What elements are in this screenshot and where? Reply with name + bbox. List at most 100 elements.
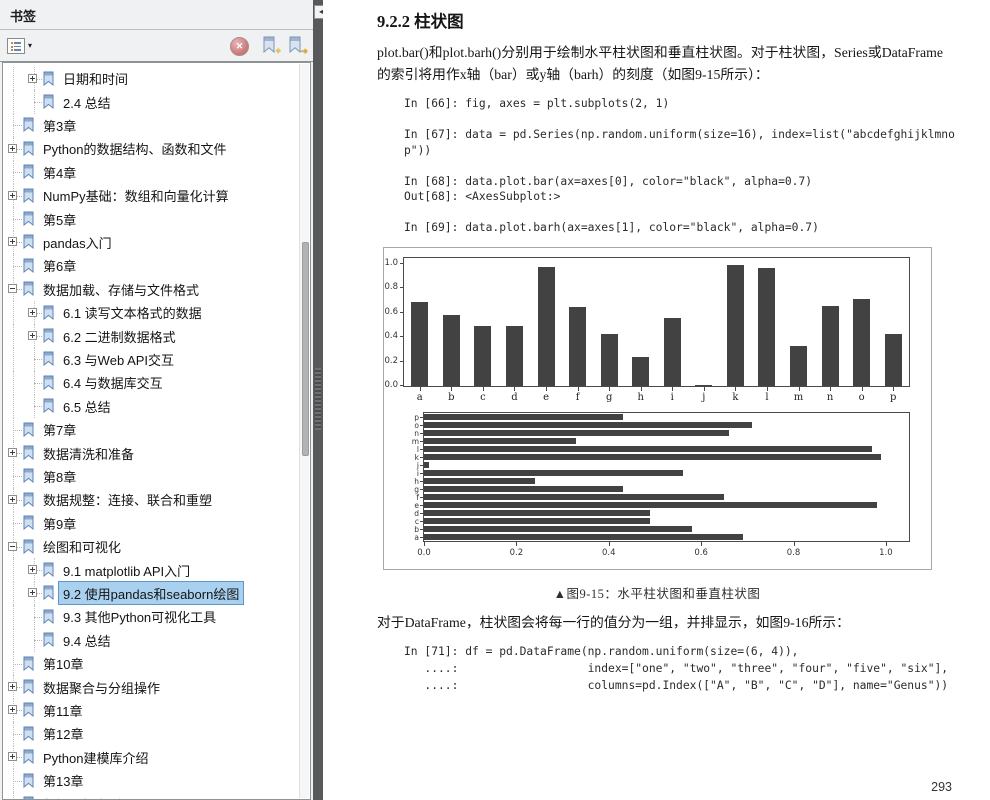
bookmark-item[interactable]: 数据聚合与分组操作	[3, 675, 299, 698]
bookmark-label: 数据加载、存储与文件格式	[39, 278, 203, 300]
bookmark-item[interactable]: 第10章	[3, 652, 299, 675]
bookmark-item[interactable]: 9.2 使用pandas和seaborn绘图	[3, 582, 299, 605]
tree-connector	[13, 301, 14, 324]
y-tick-label: 0.6	[372, 307, 398, 317]
expand-icon[interactable]	[8, 705, 17, 714]
bookmark-item[interactable]: NumPy基础：数组和向量化计算	[3, 184, 299, 207]
bookmark-label: 第13章	[39, 770, 87, 792]
bookmark-item[interactable]: 6.1 读写文本格式的数据	[3, 301, 299, 324]
expand-icon[interactable]	[28, 308, 37, 317]
bookmark-item[interactable]: 第4章	[3, 161, 299, 184]
bookmark-item[interactable]: 数据加载、存储与文件格式	[3, 278, 299, 301]
tree-connector	[13, 67, 14, 90]
expand-icon[interactable]	[28, 74, 37, 83]
bar-b	[443, 315, 460, 386]
page-number: 293	[931, 780, 952, 794]
scrollbar-thumb[interactable]	[302, 242, 309, 456]
pdf-page: 9.2.2 柱状图 plot.bar()和plot.barh()分别用于绘制水平…	[323, 0, 990, 800]
bookmark-icon	[22, 445, 35, 460]
expand-icon[interactable]	[28, 588, 37, 597]
x-tick	[514, 387, 515, 391]
bookmark-item[interactable]: 日期和时间	[3, 67, 299, 90]
bookmark-item[interactable]: 第12章	[3, 722, 299, 745]
expand-icon[interactable]	[8, 144, 17, 153]
arrow-badge-icon: ➜	[300, 47, 308, 56]
tree-connector	[13, 371, 14, 394]
tree-scrollbar[interactable]	[299, 64, 309, 798]
expand-icon[interactable]	[8, 752, 17, 761]
bar-g	[601, 334, 618, 386]
expand-icon[interactable]	[28, 331, 37, 340]
bookmark-icon	[22, 211, 35, 226]
bookmark-item[interactable]: 6.4 与数据库交互	[3, 371, 299, 394]
collapse-icon[interactable]	[8, 284, 17, 293]
y-tick-label: f	[416, 494, 419, 501]
bookmark-item[interactable]: 第9章	[3, 512, 299, 535]
splitter-grip-icon[interactable]	[315, 368, 321, 430]
bookmark-item[interactable]: 第6章	[3, 254, 299, 277]
x-tick-label: b	[448, 392, 454, 403]
bookmark-item[interactable]: 数据规整：连接、联合和重塑	[3, 488, 299, 511]
bookmark-item[interactable]: 9.3 其他Python可视化工具	[3, 605, 299, 628]
bookmark-options-icon[interactable]: ▾	[7, 36, 26, 55]
bookmark-item[interactable]: Python的数据结构、函数和文件	[3, 137, 299, 160]
x-tick-label: m	[794, 392, 803, 403]
bar-j	[424, 462, 429, 467]
bar-p	[885, 334, 902, 386]
y-tick	[400, 312, 404, 313]
bookmark-item[interactable]: Python建模库介绍	[3, 746, 299, 769]
tree-connector	[34, 102, 42, 104]
y-tick	[420, 449, 424, 450]
bookmark-item[interactable]: 6.3 与Web API交互	[3, 348, 299, 371]
x-tick-label: 0.0	[417, 548, 431, 558]
expand-icon[interactable]	[8, 495, 17, 504]
add-bookmark-button[interactable]: ✦	[261, 36, 280, 55]
y-tick	[420, 489, 424, 490]
code-block: In [71]: df = pd.DataFrame(np.random.uni…	[404, 645, 948, 695]
bookmark-item[interactable]: 第5章	[3, 207, 299, 230]
bookmark-item[interactable]: 第8章	[3, 465, 299, 488]
delete-icon: ✕	[230, 37, 249, 56]
code-line: ....: index=["one", "two", "three", "fou…	[404, 662, 948, 679]
bar-e	[538, 267, 555, 386]
bookmark-item[interactable]: 数据分析案例	[3, 792, 299, 800]
x-tick	[830, 387, 831, 391]
expand-icon[interactable]	[8, 191, 17, 200]
panel-splitter[interactable]	[313, 0, 323, 800]
bookmark-item[interactable]: 9.4 总结	[3, 629, 299, 652]
bookmark-item[interactable]: 第13章	[3, 769, 299, 792]
bookmark-item[interactable]: 第11章	[3, 699, 299, 722]
bookmark-item[interactable]: 9.1 matplotlib API入门	[3, 558, 299, 581]
bookmark-item[interactable]: 6.2 二进制数据格式	[3, 324, 299, 347]
y-tick	[420, 505, 424, 506]
collapse-icon[interactable]	[8, 542, 17, 551]
expand-icon[interactable]	[28, 565, 37, 574]
expand-icon[interactable]	[8, 237, 17, 246]
bookmark-item[interactable]: 绘图和可视化	[3, 535, 299, 558]
bookmark-item[interactable]: pandas入门	[3, 231, 299, 254]
goto-bookmark-button[interactable]: ➜	[287, 36, 306, 55]
bookmarks-panel-header: 书签	[0, 0, 313, 30]
bookmark-item[interactable]: 2.4 总结	[3, 90, 299, 113]
bookmark-label: 数据清洗和准备	[39, 442, 138, 464]
tree-connector	[13, 582, 14, 605]
expand-icon[interactable]	[8, 448, 17, 457]
bookmark-icon	[22, 468, 35, 483]
x-tick-label: e	[543, 392, 549, 403]
delete-bookmark-button[interactable]: ✕	[230, 36, 249, 55]
bookmark-item[interactable]: 第3章	[3, 114, 299, 137]
bookmark-item[interactable]: 第7章	[3, 418, 299, 441]
bar-i	[664, 318, 681, 386]
bookmark-label: 第9章	[39, 512, 80, 534]
bookmark-label: 6.2 二进制数据格式	[59, 325, 180, 347]
bookmark-icon	[22, 515, 35, 530]
bookmark-item[interactable]: 数据清洗和准备	[3, 441, 299, 464]
bookmark-icon	[42, 94, 55, 109]
tree-connector	[34, 359, 42, 361]
y-tick-label: m	[412, 438, 419, 445]
bookmark-item[interactable]: 6.5 总结	[3, 395, 299, 418]
x-tick	[451, 387, 452, 391]
bookmark-icon	[42, 632, 55, 647]
bookmark-label: 第4章	[39, 161, 80, 183]
expand-icon[interactable]	[8, 682, 17, 691]
